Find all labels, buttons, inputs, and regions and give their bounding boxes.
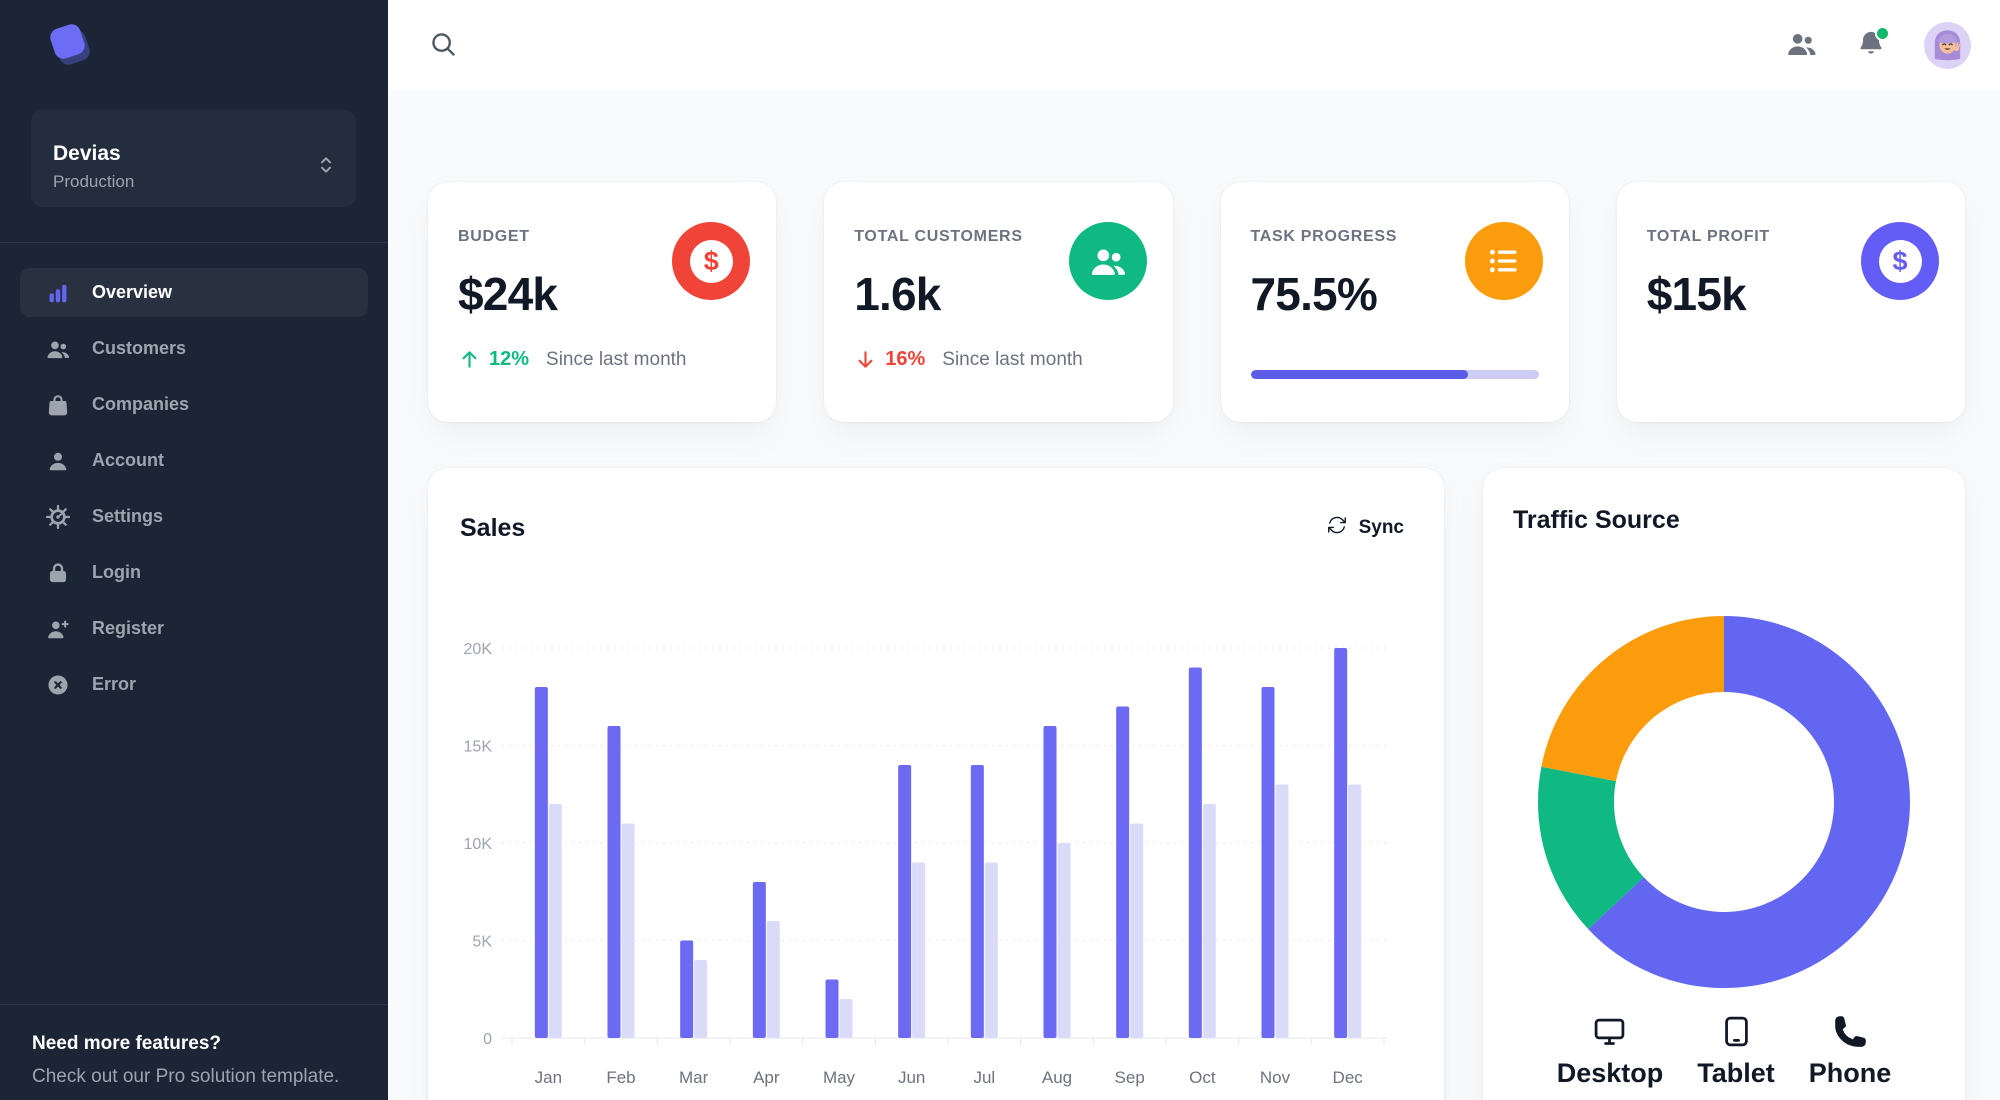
chart-bar-icon [45,280,71,306]
sales-title: Sales [460,513,526,542]
task-progress-bar [1250,370,1539,379]
legend-item-phone: Phone [1808,1014,1892,1089]
sales-bar-chart: 0 5K 10K 15K 20K Jan Feb Mar Apr May Jun Jul Aug Sep O… [464,641,1388,1087]
sidebar-item-label: Customers [92,338,187,358]
legend-label: Desktop [1556,1058,1664,1088]
svg-text:10K: 10K [464,836,493,853]
sales-card: Sales Sync 0 5K 10K 15K 20K Jan Feb Mar Apr May Ju… [428,468,1444,1100]
arrow-up-icon [458,348,481,371]
legend-item-tablet: Tablet [1697,1014,1775,1089]
notification-dot [1875,25,1890,41]
sidebar-item-companies[interactable]: Companies [20,380,368,429]
stat-card-total-customers: TOTAL CUSTOMERS 1.6k 16% Since last mont… [824,182,1173,422]
traffic-source-title: Traffic Source [1513,506,1680,534]
sidebar-item-customers[interactable]: Customers [20,324,368,373]
sync-label: Sync [1358,517,1404,538]
shopping-bag-icon [45,392,71,418]
sidebar-item-login[interactable]: Login [20,548,368,597]
stat-card-budget: BUDGET $24k $ 12% Since last month [428,182,777,422]
sync-button[interactable]: Sync [1316,506,1414,550]
sidebar-nav: Overview Customers Companies Account Setting… [20,268,368,716]
sidebar-item-label: Companies [92,394,190,414]
topbar [388,0,2000,90]
users-icon [1068,222,1147,300]
stat-card-task-progress: TASK PROGRESS 75.5% [1220,182,1569,422]
user-plus-icon [45,616,71,642]
sidebar-item-label: Settings [92,506,164,526]
sidebar-item-register[interactable]: Register [20,604,368,653]
notifications-button[interactable] [1856,25,1890,62]
stat-trend: 16% Since last month [854,348,1083,371]
sidebar-item-label: Register [92,618,165,638]
user-avatar[interactable] [1924,21,1971,69]
user-icon [45,448,71,474]
devias-logo-icon[interactable] [40,20,100,78]
svg-text:Mar: Mar [679,1068,709,1087]
workspace-name: Devias [53,142,121,165]
sidebar-item-overview[interactable]: Overview [20,268,368,317]
svg-text:Sep: Sep [1115,1068,1145,1087]
svg-text:15K: 15K [464,739,493,756]
sidebar-item-label: Account [92,450,164,470]
svg-text:Jun: Jun [898,1068,925,1087]
svg-text:0: 0 [483,1031,492,1048]
lock-icon [45,560,71,586]
list-bullet-icon [1464,222,1543,300]
dollar-icon: $ [672,222,751,300]
svg-text:20K: 20K [464,641,493,658]
svg-text:Jan: Jan [535,1068,562,1087]
phone-icon [1833,1014,1868,1049]
sidebar-item-error[interactable]: Error [20,660,368,709]
users-icon [1785,27,1818,63]
unfold-chevron-icon [314,153,338,182]
svg-text:Oct: Oct [1189,1068,1216,1087]
footer-title: Need more features? [32,1033,222,1054]
sidebar-item-label: Overview [92,282,173,302]
svg-text:Nov: Nov [1260,1068,1291,1087]
sidebar-item-label: Error [92,674,137,694]
footer-subtitle: Check out our Pro solution template. [32,1066,340,1087]
arrow-down-icon [854,348,877,371]
stats-row: BUDGET $24k $ 12% Since last month TOTAL… [428,182,1965,422]
trend-note: Since last month [546,348,687,370]
traffic-source-card: Traffic Source Desktop Tablet Phone [1483,468,1965,1100]
svg-text:5K: 5K [472,934,492,951]
traffic-donut-chart [1538,616,1910,988]
trend-note: Since last month [942,348,1083,370]
sidebar-item-settings[interactable]: Settings [20,492,368,541]
users-icon [45,336,71,362]
traffic-legend: Desktop Tablet Phone [1483,1014,1965,1089]
search-button[interactable] [427,29,459,61]
svg-text:Jul: Jul [973,1068,995,1087]
desktop-icon [1592,1014,1627,1049]
tablet-icon [1719,1014,1754,1049]
gear-icon [45,504,71,530]
stat-trend: 12% Since last month [458,348,687,371]
legend-label: Phone [1808,1058,1892,1088]
search-icon [429,30,457,61]
svg-text:Feb: Feb [606,1068,635,1087]
svg-text:Aug: Aug [1042,1068,1072,1087]
contacts-button[interactable] [1785,27,1818,63]
topbar-actions [1785,0,1971,90]
refresh-icon [1326,514,1348,542]
sidebar-item-label: Login [92,562,141,582]
dollar-icon: $ [1861,222,1939,300]
trend-value: 12% [489,348,530,370]
sidebar-item-account[interactable]: Account [20,436,368,485]
trend-value: 16% [885,348,926,370]
legend-label: Tablet [1697,1058,1775,1088]
svg-text:Apr: Apr [753,1068,780,1087]
workspace-selector[interactable]: Devias Production [31,110,356,207]
stat-card-total-profit: TOTAL PROFIT $15k $ [1616,182,1965,422]
workspace-environment: Production [53,172,135,191]
sidebar: Devias Production Overview Customers Compa… [0,0,388,1100]
svg-text:May: May [823,1068,856,1087]
sidebar-divider [0,242,388,243]
legend-item-desktop: Desktop [1556,1014,1664,1089]
x-circle-icon [45,672,71,698]
svg-text:Dec: Dec [1333,1068,1364,1087]
sidebar-footer: Need more features? Check out our Pro so… [0,1004,388,1100]
